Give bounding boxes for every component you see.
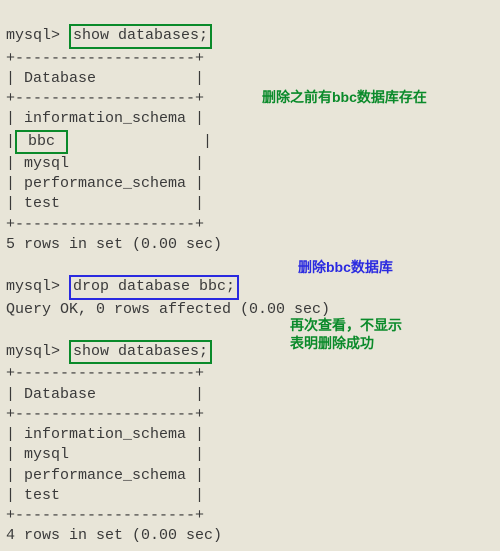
terminal-output: mysql> show databases; +----------------… xyxy=(0,0,500,551)
show-databases-cmd-2: show databases; xyxy=(69,340,212,364)
db-row: | performance_schema | xyxy=(6,467,204,484)
show-databases-cmd-1: show databases; xyxy=(69,24,212,48)
sep: +--------------------+ xyxy=(6,406,204,423)
sep: +--------------------+ xyxy=(6,50,204,67)
db-row: | performance_schema | xyxy=(6,175,204,192)
db-row: | information_schema | xyxy=(6,110,204,127)
sep: +--------------------+ xyxy=(6,216,204,233)
db-row: | test | xyxy=(6,487,204,504)
drop-result: Query OK, 0 rows affected (0.00 sec) xyxy=(6,301,330,318)
result: 5 rows in set (0.00 sec) xyxy=(6,236,222,253)
result: 4 rows in set (0.00 sec) xyxy=(6,527,222,544)
annotation-after-line1: 再次查看，不显示 xyxy=(290,317,402,333)
db-header: | Database | xyxy=(6,386,204,403)
annotation-after: 再次查看，不显示 表明删除成功 xyxy=(290,316,450,352)
db-row: | test | xyxy=(6,195,204,212)
sep: +--------------------+ xyxy=(6,90,204,107)
db-header: | Database | xyxy=(6,70,204,87)
db-bbc-highlight: bbc xyxy=(15,130,68,154)
db-row: | mysql | xyxy=(6,155,204,172)
db-row-suffix: | xyxy=(68,133,212,150)
annotation-after-line2: 表明删除成功 xyxy=(290,335,374,351)
sep: +--------------------+ xyxy=(6,365,204,382)
db-row-prefix: | xyxy=(6,133,15,150)
annotation-before: 删除之前有bbc数据库存在 xyxy=(262,88,427,106)
prompt: mysql> xyxy=(6,343,60,360)
prompt: mysql> xyxy=(6,278,60,295)
db-row: | information_schema | xyxy=(6,426,204,443)
annotation-drop: 删除bbc数据库 xyxy=(298,258,393,277)
db-row: | mysql | xyxy=(6,446,204,463)
drop-database-cmd: drop database bbc; xyxy=(69,275,239,299)
prompt: mysql> xyxy=(6,27,60,44)
